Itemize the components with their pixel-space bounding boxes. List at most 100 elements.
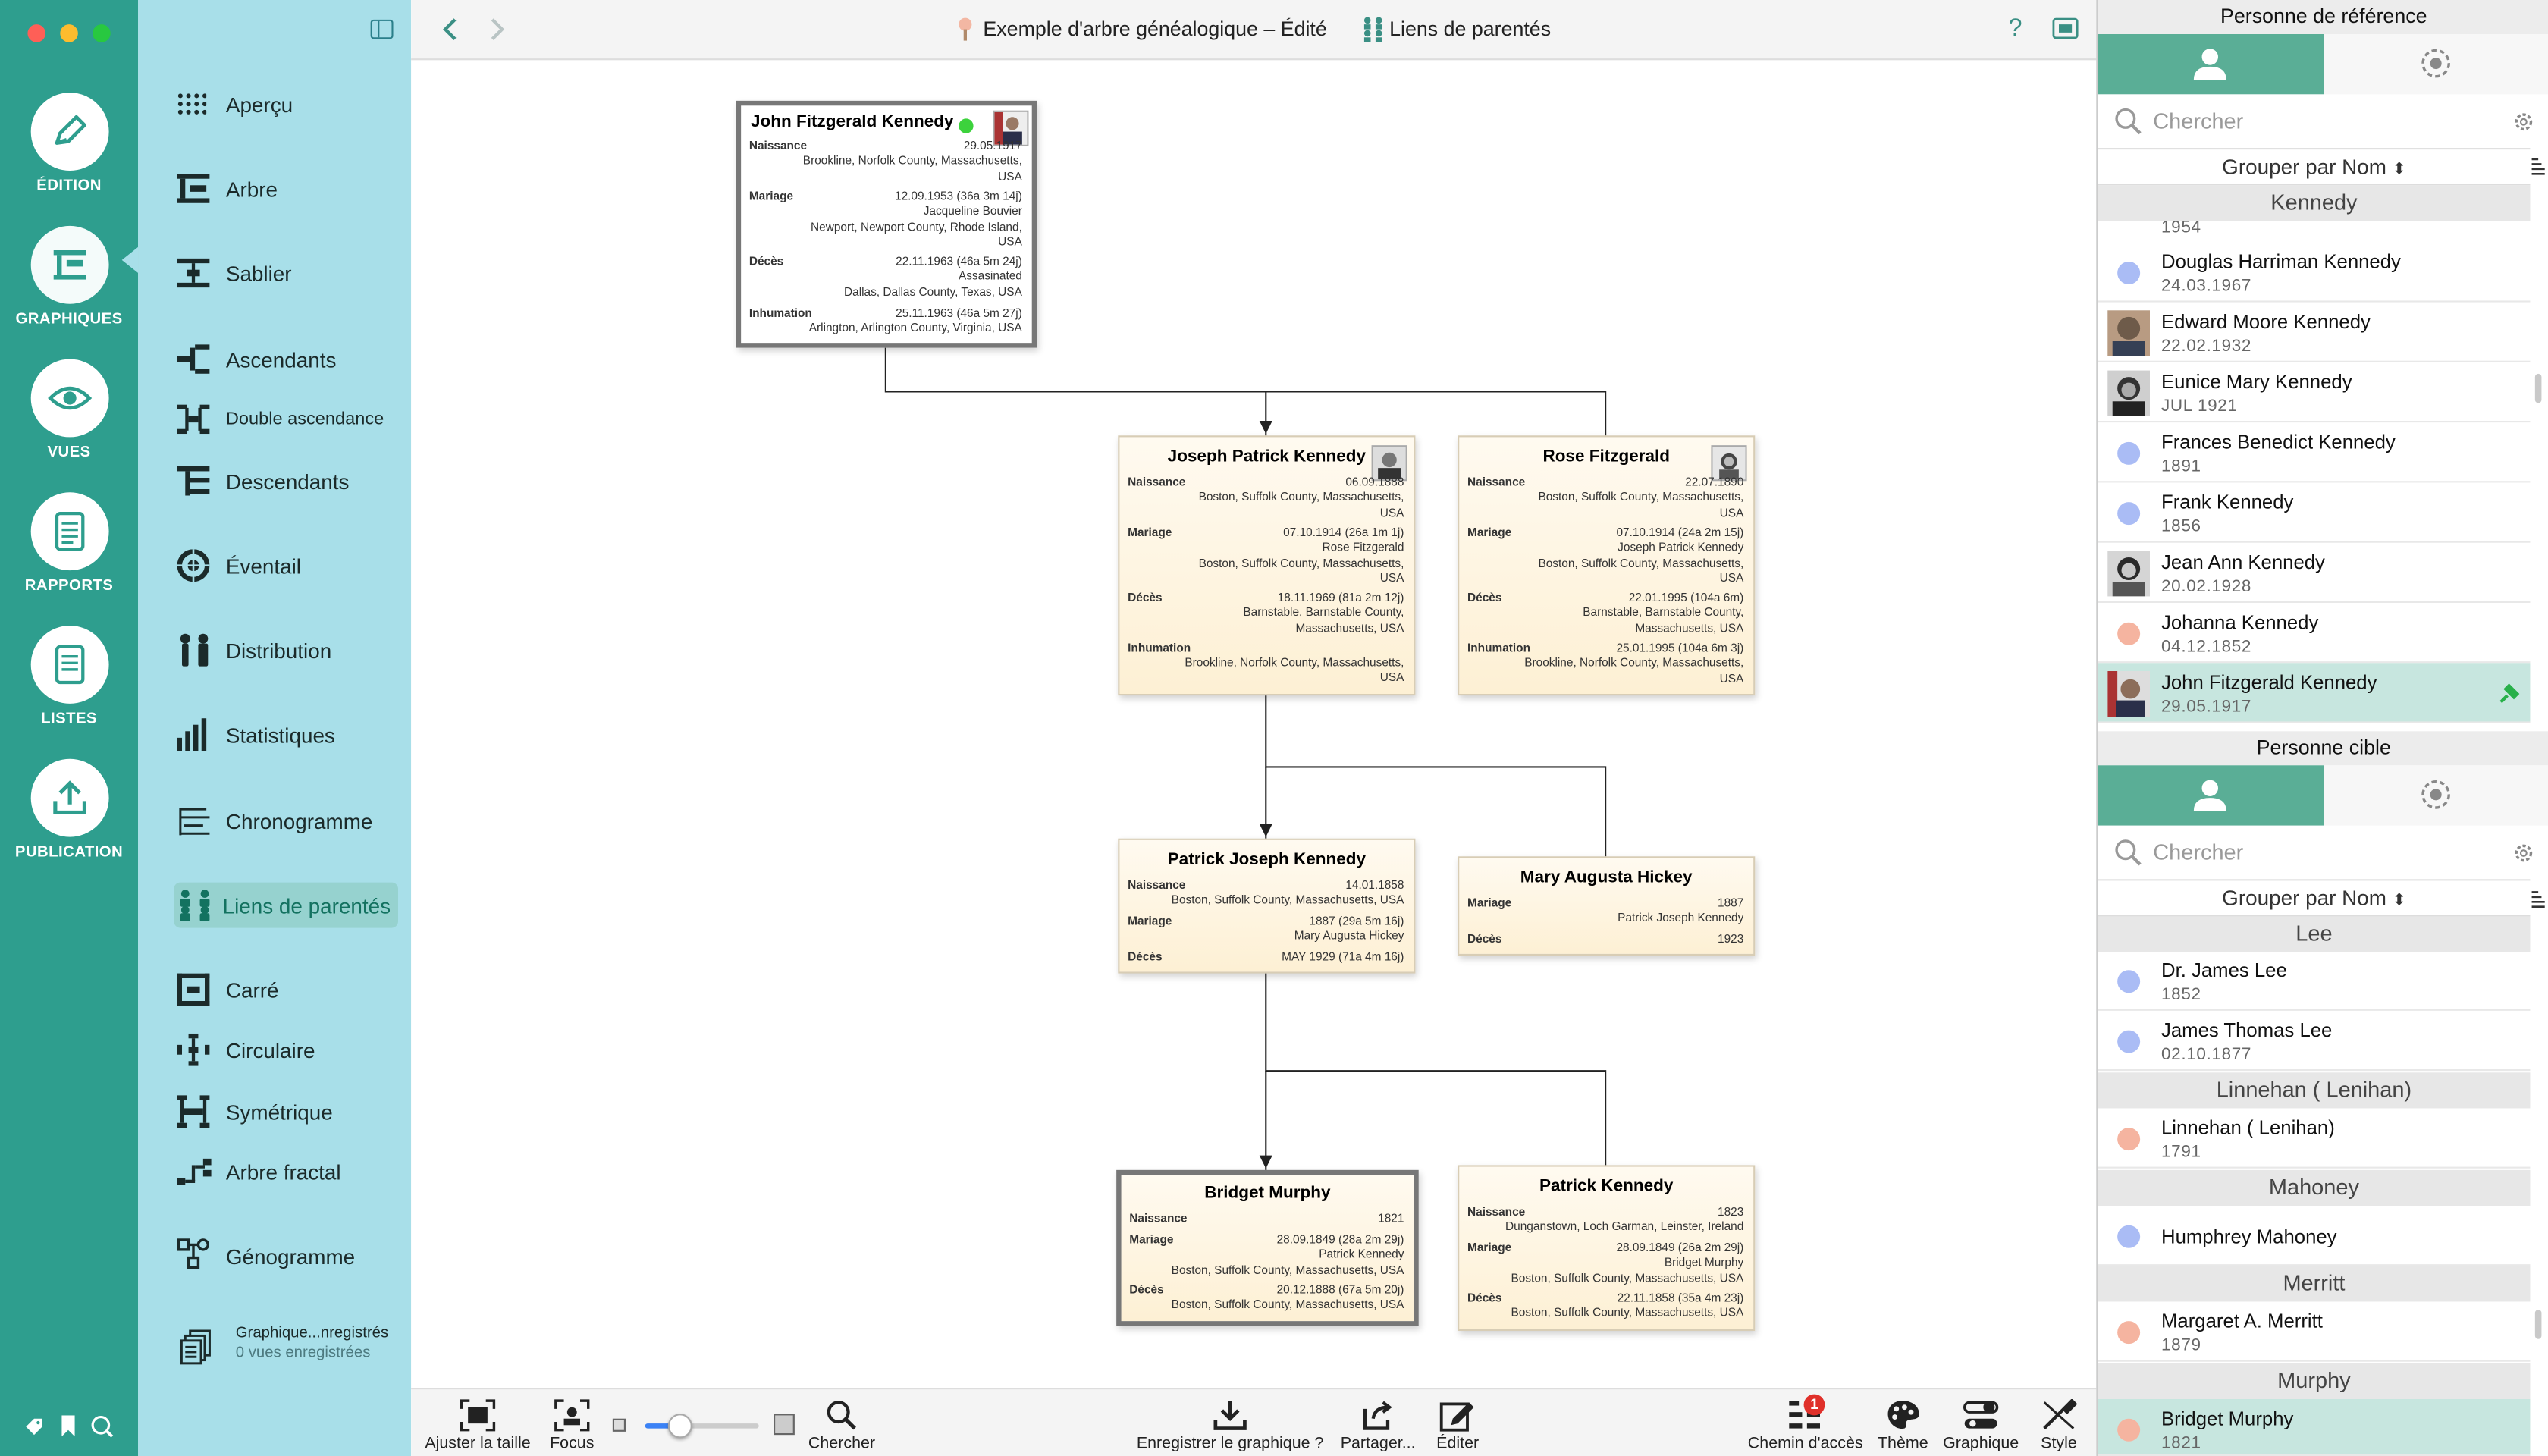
person-card-bridget-murphy[interactable]: Bridget Murphy Naissance 1821 Mariage 28.0… [1116,1169,1419,1326]
sidebar-item-label: Carré [225,977,279,1003]
sidebar-item-liens-de-parentes[interactable]: Liens de parentés [174,882,398,928]
person-card-patrick-kennedy[interactable]: Patrick Kennedy Naissance 1823 Dunganstown… [1458,1165,1756,1331]
sidebar-item-ascendants[interactable]: Ascendants [177,337,336,382]
event-detail: Patrick Joseph Kennedy [1618,910,1744,926]
female-dot [2117,622,2141,645]
person-row[interactable]: Edward Moore Kennedy 22.02.1932 [2098,303,2531,362]
sidebar-item-distribution[interactable]: Distribution [177,627,331,673]
person-row[interactable]: Humphrey Mahoney [2098,1206,2531,1266]
person-row-selected[interactable]: Bridget Murphy 1821 [2098,1399,2531,1456]
person-card-mary-augusta[interactable]: Mary Augusta Hickey Mariage 1887 Patrick J… [1458,856,1756,956]
sidebar-item-carre[interactable]: Carré [177,967,279,1012]
zoom-slider-knob[interactable] [667,1414,692,1439]
saved-charts-item[interactable]: Graphique...nregistrés 0 vues enregistré… [177,1324,405,1370]
rail-rapports[interactable]: RAPPORTS [0,492,138,595]
mode-rail: ÉDITION GRAPHIQUES VUES RAPPORTS LISTES … [0,0,139,1456]
search-button[interactable]: Chercher [806,1396,877,1453]
sidebar-item-double-ascendance[interactable]: Double ascendance [177,397,384,442]
focus-icon [541,1396,603,1435]
female-dot [2117,1321,2141,1345]
person-card-jfk[interactable]: John Fitzgerald Kennedy Naissance 29.05.1… [736,100,1037,348]
target-icon [2421,780,2450,809]
minimize-window-button[interactable] [60,24,78,42]
sidebar-item-sablier[interactable]: Sablier [177,250,292,296]
group-by-name-select[interactable]: Grouper par Nom ⬍ [2098,880,2531,917]
fit-icon [419,1396,536,1435]
person-row[interactable]: Margaret A. Merritt 1879 [2098,1301,2531,1362]
close-window-button[interactable] [27,24,46,42]
zoom-window-button[interactable] [93,24,111,42]
save-chart-button[interactable]: Enregistrer le graphique ? [1133,1396,1328,1453]
person-card-patrick-joseph[interactable]: Patrick Joseph Kennedy Naissance 14.01.18… [1118,838,1416,974]
person-card-rose[interactable]: Rose Fitzgerald Naissance 22.07.1890 Bosto… [1458,435,1756,696]
person-row[interactable]: James Thomas Lee 02.10.1877 [2098,1011,2531,1072]
zoom-slider[interactable] [645,1414,759,1439]
person-row[interactable]: Johanna Kennedy 04.12.1852 [2098,603,2531,664]
event-detail: USA [998,234,1022,249]
person-row[interactable]: Eunice Mary Kennedy JUL 1921 [2098,362,2531,423]
event-naissance: Naissance 14.01.1858 Boston, Suffolk Count… [1128,877,1404,908]
event-detail: Boston, Suffolk County, Massachusetts, U… [1511,1305,1744,1320]
reference-search-input[interactable]: Chercher [2098,94,2533,150]
tab-options[interactable] [2324,34,2548,95]
gear-icon[interactable] [2512,111,2535,133]
sidebar-item-label: Chronogramme [225,808,373,833]
reference-scrollbar[interactable] [2534,373,2542,403]
event-detail: USA [1719,570,1744,585]
toggle-sidebar-icon[interactable] [370,18,394,39]
sidebar-item-symetrique[interactable]: Symétrique [177,1089,333,1134]
sidebar-item-statistiques[interactable]: Statistiques [177,712,335,758]
share-button[interactable]: Partager... [1338,1396,1419,1453]
rail-edition[interactable]: ÉDITION [0,93,138,195]
sidebar-item-genogramme[interactable]: Génogramme [177,1233,355,1279]
pin-icon[interactable] [2498,682,2521,705]
event-detail: Mary Augusta Hickey [1294,928,1404,943]
person-row[interactable]: Frank Kennedy 1856 [2098,482,2531,543]
person-name: John Fitzgerald Kennedy [750,111,954,132]
sidebar-item-descendants[interactable]: Descendants [177,458,349,504]
person-row-name: Margaret A. Merritt [2161,1310,2323,1333]
sidebar-item-apercu[interactable]: Aperçu [177,81,293,127]
graph-settings-button[interactable]: Graphique [1941,1396,2022,1453]
event-detail: Patrick Kennedy [1319,1247,1404,1262]
target-search-input[interactable]: Chercher [2098,826,2533,881]
sidebar-item-arbre-fractal[interactable]: Arbre fractal [177,1149,341,1194]
target-scrollbar[interactable] [2534,1310,2542,1339]
avatar [2107,671,2150,717]
gear-icon[interactable] [2512,842,2535,864]
person-row[interactable]: Linnehan ( Lenihan) 1791 [2098,1108,2531,1169]
status-dot [959,118,974,133]
person-card-joseph-patrick[interactable]: Joseph Patrick Kennedy Naissance 06.09.18… [1118,435,1416,696]
app-window: ÉDITION GRAPHIQUES VUES RAPPORTS LISTES … [0,0,2548,1456]
tab-options[interactable] [2324,765,2548,826]
sidebar-item-chronogramme[interactable]: Chronogramme [177,798,373,843]
event-detail: Rose Fitzgerald [1322,540,1404,555]
tag-icon[interactable] [24,1415,44,1436]
sidebar-item-arbre[interactable]: Arbre [177,166,278,212]
event-detail: Boston, Suffolk County, Massachusetts, [1198,489,1404,505]
tab-person[interactable] [2098,765,2324,826]
bookmark-icon[interactable] [60,1415,76,1437]
person-row[interactable]: Jean Ann Kennedy 20.02.1928 [2098,543,2531,603]
focus-button[interactable]: Focus [541,1396,603,1453]
sort-icon[interactable] [2530,887,2546,910]
rail-publication[interactable]: PUBLICATION [0,758,138,861]
rail-graphiques[interactable]: GRAPHIQUES [0,225,138,328]
edit-button[interactable]: Éditer [1430,1396,1486,1453]
web-search-icon[interactable] [91,1415,114,1438]
person-row[interactable]: Douglas Harriman Kennedy 24.03.1967 [2098,242,2531,303]
fit-button[interactable]: Ajuster la taille [419,1396,536,1453]
person-row-selected[interactable]: John Fitzgerald Kennedy 29.05.1917 [2098,663,2531,723]
rail-listes[interactable]: LISTES [0,626,138,728]
sidebar-item-eventail[interactable]: Éventail [177,543,301,588]
person-row[interactable]: Frances Benedict Kennedy 1891 [2098,422,2531,483]
event-mariage: Mariage 1887 Patrick Joseph Kennedy [1467,896,1743,926]
rail-vues[interactable]: VUES [0,359,138,462]
sort-icon[interactable] [2530,155,2546,177]
person-row[interactable]: Dr. James Lee 1852 [2098,951,2531,1011]
tab-person[interactable] [2098,34,2324,95]
style-button[interactable]: Style [2029,1396,2088,1453]
group-by-name-select[interactable]: Grouper par Nom ⬍ [2098,149,2531,186]
sidebar-item-circulaire[interactable]: Circulaire [177,1027,315,1072]
theme-button[interactable]: Thème [1874,1396,1932,1453]
